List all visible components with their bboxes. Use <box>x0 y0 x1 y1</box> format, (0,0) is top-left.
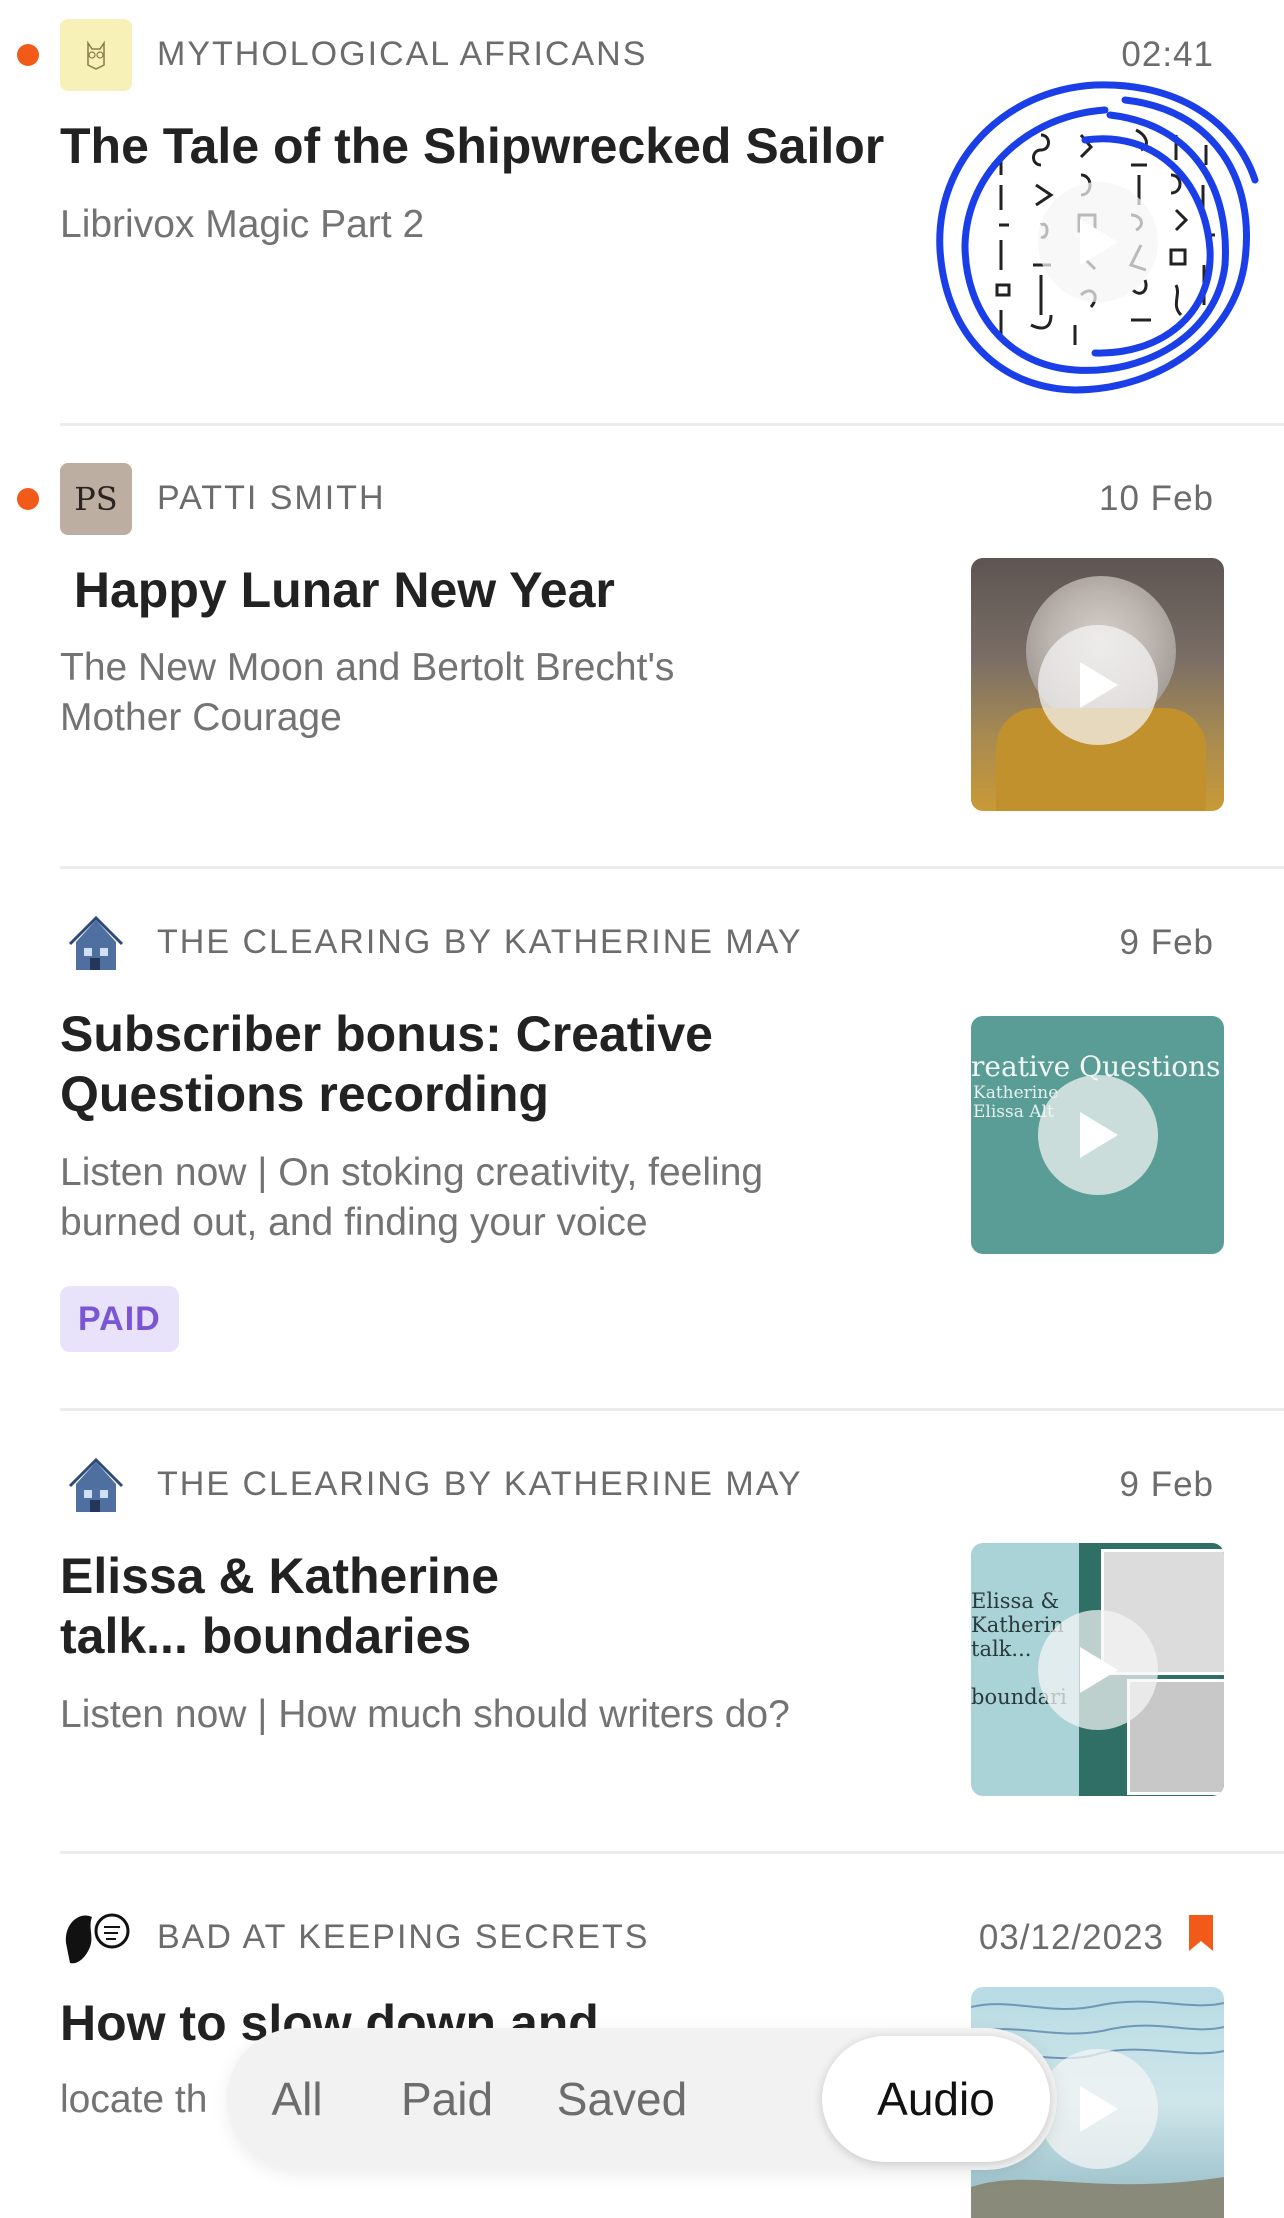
play-icon <box>1080 1112 1118 1158</box>
post-item[interactable]: THE CLEARING BY KATHERINE MAY 9 Feb Elis… <box>0 1410 1284 1853</box>
post-title[interactable]: The Tale of the Shipwrecked Sailor <box>60 116 884 176</box>
publication-logo <box>60 19 132 91</box>
unread-indicator <box>17 44 39 66</box>
post-subtitle: Listen now | How much should writers do? <box>60 1693 790 1736</box>
filter-tab-bar: All Paid Saved Audio <box>227 2028 1057 2170</box>
post-title[interactable]: Happy Lunar New Year <box>60 560 615 620</box>
tab-paid[interactable]: Paid <box>372 2036 522 2162</box>
post-item[interactable]: MYTHOLOGICAL AFRICANS 02:41 The Tale of … <box>0 0 1284 425</box>
play-button[interactable] <box>1038 1609 1158 1730</box>
paid-badge: PAID <box>60 1286 179 1352</box>
play-button[interactable] <box>1038 624 1158 745</box>
publication-name[interactable]: THE CLEARING BY KATHERINE MAY <box>157 1465 803 1504</box>
post-thumbnail[interactable]: reative Questions Katherine Elissa Alt <box>971 1016 1224 1254</box>
post-date: 9 Feb <box>1119 923 1214 962</box>
publication-logo: PS <box>60 463 132 535</box>
post-title[interactable]: Subscriber bonus: Creative Questions rec… <box>60 1004 713 1124</box>
owl-icon <box>87 40 105 70</box>
bookmark-icon[interactable] <box>1187 1913 1215 1953</box>
publication-logo-text: PS <box>74 480 118 518</box>
audio-feed: MYTHOLOGICAL AFRICANS 02:41 The Tale of … <box>0 0 1284 2218</box>
house-icon <box>68 915 124 970</box>
post-subtitle: locate th <box>60 2078 208 2121</box>
post-item[interactable]: PS PATTI SMITH 10 Feb Happy Lunar New Ye… <box>0 425 1284 868</box>
post-date: 02:41 <box>1121 35 1214 74</box>
post-title[interactable]: Elissa & Katherine talk... boundaries <box>60 1546 499 1666</box>
tab-audio[interactable]: Audio <box>822 2036 1050 2162</box>
publication-name[interactable]: BAD AT KEEPING SECRETS <box>157 1918 649 1957</box>
publication-name[interactable]: THE CLEARING BY KATHERINE MAY <box>157 923 803 962</box>
publication-logo <box>60 1903 132 1975</box>
post-date: 03/12/2023 <box>978 1918 1164 1957</box>
annotation-scribble <box>936 81 1259 394</box>
post-subtitle: Listen now | On stoking creativity, feel… <box>60 1151 764 1244</box>
post-date: 9 Feb <box>1119 1465 1214 1504</box>
post-item[interactable]: THE CLEARING BY KATHERINE MAY 9 Feb Subs… <box>0 868 1284 1410</box>
publication-logo <box>60 908 132 980</box>
publication-name[interactable]: MYTHOLOGICAL AFRICANS <box>157 35 647 74</box>
play-button[interactable] <box>1038 1075 1158 1195</box>
post-subtitle: The New Moon and Bertolt Brecht's Mother… <box>60 646 675 739</box>
publication-logo <box>60 1450 132 1522</box>
post-subtitle: Librivox Magic Part 2 <box>60 203 425 246</box>
unread-indicator <box>17 488 39 510</box>
tab-all[interactable]: All <box>237 2036 357 2162</box>
face-illustration-icon <box>65 1913 130 1964</box>
post-date: 10 Feb <box>1099 479 1214 518</box>
tab-saved[interactable]: Saved <box>537 2036 707 2162</box>
post-thumbnail[interactable] <box>971 558 1224 811</box>
house-icon <box>68 1457 124 1512</box>
publication-name[interactable]: PATTI SMITH <box>157 479 386 518</box>
play-icon <box>1080 661 1118 708</box>
post-thumbnail[interactable]: Elissa & Katherin talk... boundari <box>971 1543 1224 1796</box>
play-icon <box>1080 1646 1118 1693</box>
play-icon <box>1080 2086 1118 2132</box>
